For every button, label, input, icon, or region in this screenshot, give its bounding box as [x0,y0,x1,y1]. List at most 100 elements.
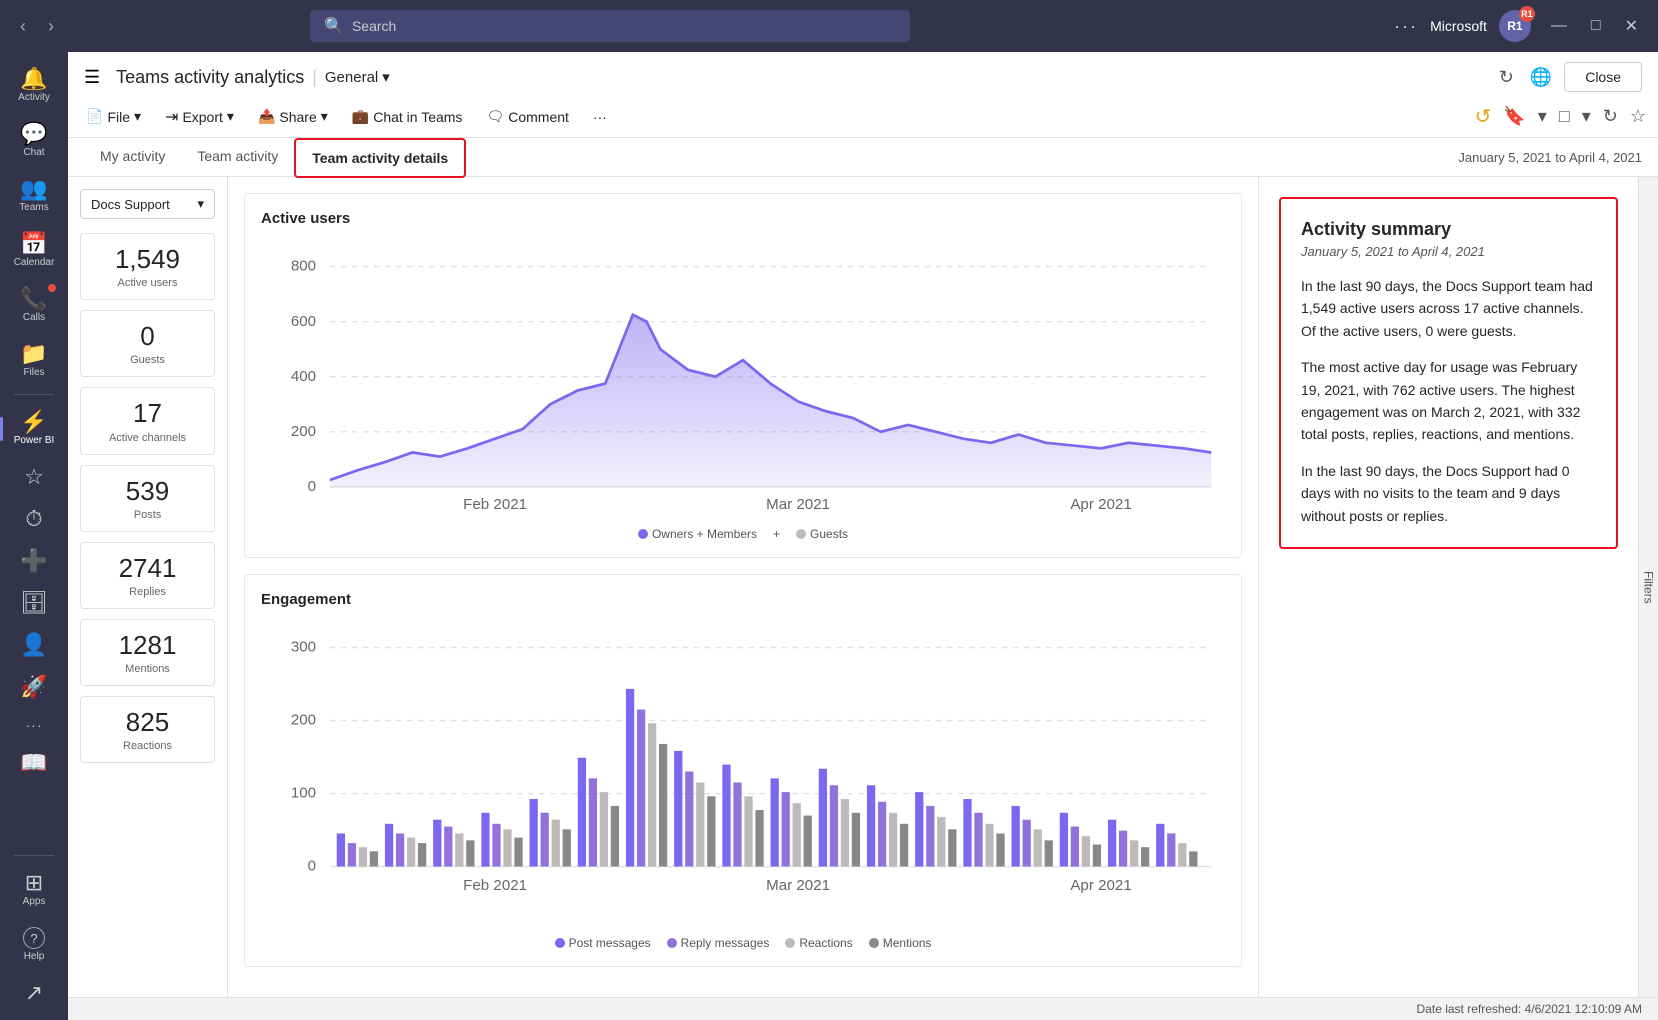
sidebar-item-storage[interactable]: 🗄 [4,584,64,622]
active-users-chart-title: Active users [261,210,1225,227]
calls-badge [48,284,56,292]
legend-owners-members: Owners + Members [638,527,757,541]
export-arrow-icon: ↗ [25,982,43,1004]
svg-text:200: 200 [291,423,316,440]
sidebar-item-chat[interactable]: 💬 Chat [4,115,64,166]
sidebar-item-clock[interactable]: ⏱ [4,500,64,538]
title-bar-right: ··· Microsoft R1 R1 — □ ✕ [1394,10,1646,42]
sidebar-item-star[interactable]: ☆ [4,458,64,496]
metric-value-reactions: 825 [126,707,169,738]
summary-title: Activity summary [1301,219,1596,240]
collapse-right-arrow[interactable]: Filters [1638,177,1658,997]
refresh-icon-btn[interactable]: ↻ [1495,63,1518,92]
export-label: Export [182,109,222,125]
engagement-chart: 300 200 100 0 [261,620,1225,950]
clock-icon: ⏱ [25,508,42,530]
search-input[interactable] [352,18,896,34]
menu-export[interactable]: ⇥ Export ▾ [155,101,244,133]
menu-chat-in-teams[interactable]: 💼 Chat in Teams [342,102,473,131]
legend-reply: Reply messages [667,936,770,950]
sidebar-item-calls[interactable]: 📞 Calls [4,280,64,331]
file-icon: 📄 [86,108,103,125]
sidebar-item-teams[interactable]: 👥 Teams [4,170,64,221]
chat-icon: 💬 [20,123,47,145]
tab-team-activity[interactable]: Team activity [181,138,294,176]
sidebar-label-activity: Activity [18,92,50,103]
sidebar-item-rocket[interactable]: 🚀 [4,668,64,706]
help-icon: ? [23,927,45,949]
metric-value-mentions: 1281 [119,630,177,661]
active-users-chart: 800 600 400 200 0 [261,239,1225,541]
report-area: Docs Support ▾ 1,549 Active users 0 Gues… [68,177,1658,997]
minimize-button[interactable]: — [1543,12,1575,40]
sidebar-item-add[interactable]: ➕ [4,542,64,580]
breadcrumb-dropdown[interactable]: General ▾ [325,68,390,86]
powerbi-icon: ⚡ [20,411,47,433]
metric-active-users: 1,549 Active users [80,233,215,300]
activity-summary-box: Activity summary January 5, 2021 to Apri… [1279,197,1618,549]
metric-guests: 0 Guests [80,310,215,377]
menu-more-options[interactable]: ··· [583,103,617,131]
active-users-svg: 800 600 400 200 0 [261,239,1225,514]
more-options-button[interactable]: ··· [1394,16,1418,37]
search-box[interactable]: 🔍 [310,10,910,42]
back-button[interactable]: ‹ [12,12,34,41]
legend-owners-dot [638,529,648,539]
filters-label[interactable]: Filters [1640,563,1658,612]
svg-text:100: 100 [291,785,316,802]
team-selector[interactable]: Docs Support ▾ [80,189,215,219]
metric-value-guests: 0 [140,321,154,352]
header-icons: ↻ 🌐 Close [1495,62,1642,92]
active-users-legend: Owners + Members + Guests [261,527,1225,541]
tab-my-activity[interactable]: My activity [84,138,181,176]
bookmark-chevron-btn[interactable]: ▾ [1534,102,1551,131]
legend-reactions: Reactions [785,936,852,950]
sidebar-item-export-arrow[interactable]: ↗ [4,974,64,1012]
close-button[interactable]: Close [1564,62,1642,92]
sidebar-item-powerbi[interactable]: ⚡ Power BI [4,403,64,454]
summary-panel: Activity summary January 5, 2021 to Apri… [1258,177,1638,997]
toolbar-refresh-btn[interactable]: ↻ [1599,102,1622,131]
menu-file[interactable]: 📄 File ▾ [76,102,151,131]
activity-icon: 🔔 [20,68,47,90]
calls-icon: 📞 [20,288,47,310]
view-chevron-btn[interactable]: ▾ [1578,102,1595,131]
sidebar-item-calendar[interactable]: 📅 Calendar [4,225,64,276]
sidebar-label-files: Files [23,367,44,378]
menu-share[interactable]: 📤 Share ▾ [248,102,338,131]
forward-button[interactable]: › [40,12,62,41]
sidebar-item-person[interactable]: 👤 [4,626,64,664]
metric-posts: 539 Posts [80,465,215,532]
toolbar-star-btn[interactable]: ☆ [1626,102,1650,131]
sidebar-item-files[interactable]: 📁 Files [4,335,64,386]
engagement-chart-section: Engagement 300 200 100 0 [244,574,1242,967]
tab-team-activity-details[interactable]: Team activity details [294,138,466,178]
calendar-icon: 📅 [20,233,47,255]
sidebar-item-apps[interactable]: ⊞ Apps [4,864,64,915]
teams-icon: 👥 [20,178,47,200]
avatar[interactable]: R1 R1 [1499,10,1531,42]
maximize-button[interactable]: □ [1583,12,1609,40]
sidebar-item-activity[interactable]: 🔔 Activity [4,60,64,111]
team-selector-chevron: ▾ [197,196,204,212]
chat-in-teams-label: Chat in Teams [373,109,462,125]
menu-comment[interactable]: 🗨 Comment [476,102,578,131]
file-chevron: ▾ [134,108,141,125]
engagement-legend: Post messages Reply messages Reactions [261,936,1225,950]
svg-text:Feb 2021: Feb 2021 [463,496,527,513]
hamburger-icon[interactable]: ☰ [84,67,100,88]
svg-text:400: 400 [291,368,316,385]
legend-post-label: Post messages [569,936,651,950]
legend-reactions-label: Reactions [799,936,852,950]
bookmark-icon-btn[interactable]: 🔖 [1499,102,1529,131]
svg-text:Apr 2021: Apr 2021 [1070,877,1131,894]
summary-date: January 5, 2021 to April 4, 2021 [1301,244,1596,259]
close-window-button[interactable]: ✕ [1617,12,1646,40]
header-separator: | [312,67,317,88]
sidebar-item-book[interactable]: 📖 [4,744,64,782]
undo-icon-btn[interactable]: ↺ [1471,100,1496,133]
sidebar-item-more[interactable]: ··· [4,710,64,740]
globe-icon-btn[interactable]: 🌐 [1526,63,1556,92]
view-icon-btn[interactable]: □ [1555,102,1574,131]
sidebar-item-help[interactable]: ? Help [4,919,64,970]
